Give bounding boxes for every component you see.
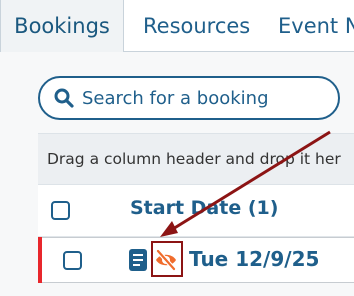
document-icon[interactable] (129, 249, 147, 271)
grid-header-row: Start Date (1) (38, 185, 354, 237)
annotation-highlight-box (151, 241, 183, 277)
tab-resources[interactable]: Resources (143, 0, 250, 52)
select-all-checkbox[interactable] (51, 201, 70, 220)
tab-bar: Bookings Resources Event N (0, 0, 354, 52)
start-date-cell: Tue 12/9/25 (189, 247, 320, 271)
tab-events[interactable]: Event N (278, 0, 354, 52)
search-input[interactable]: Search for a booking (38, 76, 340, 120)
start-date-column-header[interactable]: Start Date (1) (130, 197, 278, 219)
table-row[interactable]: Tue 12/9/25 (38, 237, 354, 283)
tab-bookings[interactable]: Bookings (0, 0, 124, 52)
group-drop-area[interactable]: Drag a column header and drop it her (38, 133, 354, 185)
search-icon (54, 88, 74, 108)
search-placeholder: Search for a booking (82, 87, 269, 109)
row-status-accent (38, 237, 42, 283)
row-checkbox[interactable] (63, 251, 82, 270)
